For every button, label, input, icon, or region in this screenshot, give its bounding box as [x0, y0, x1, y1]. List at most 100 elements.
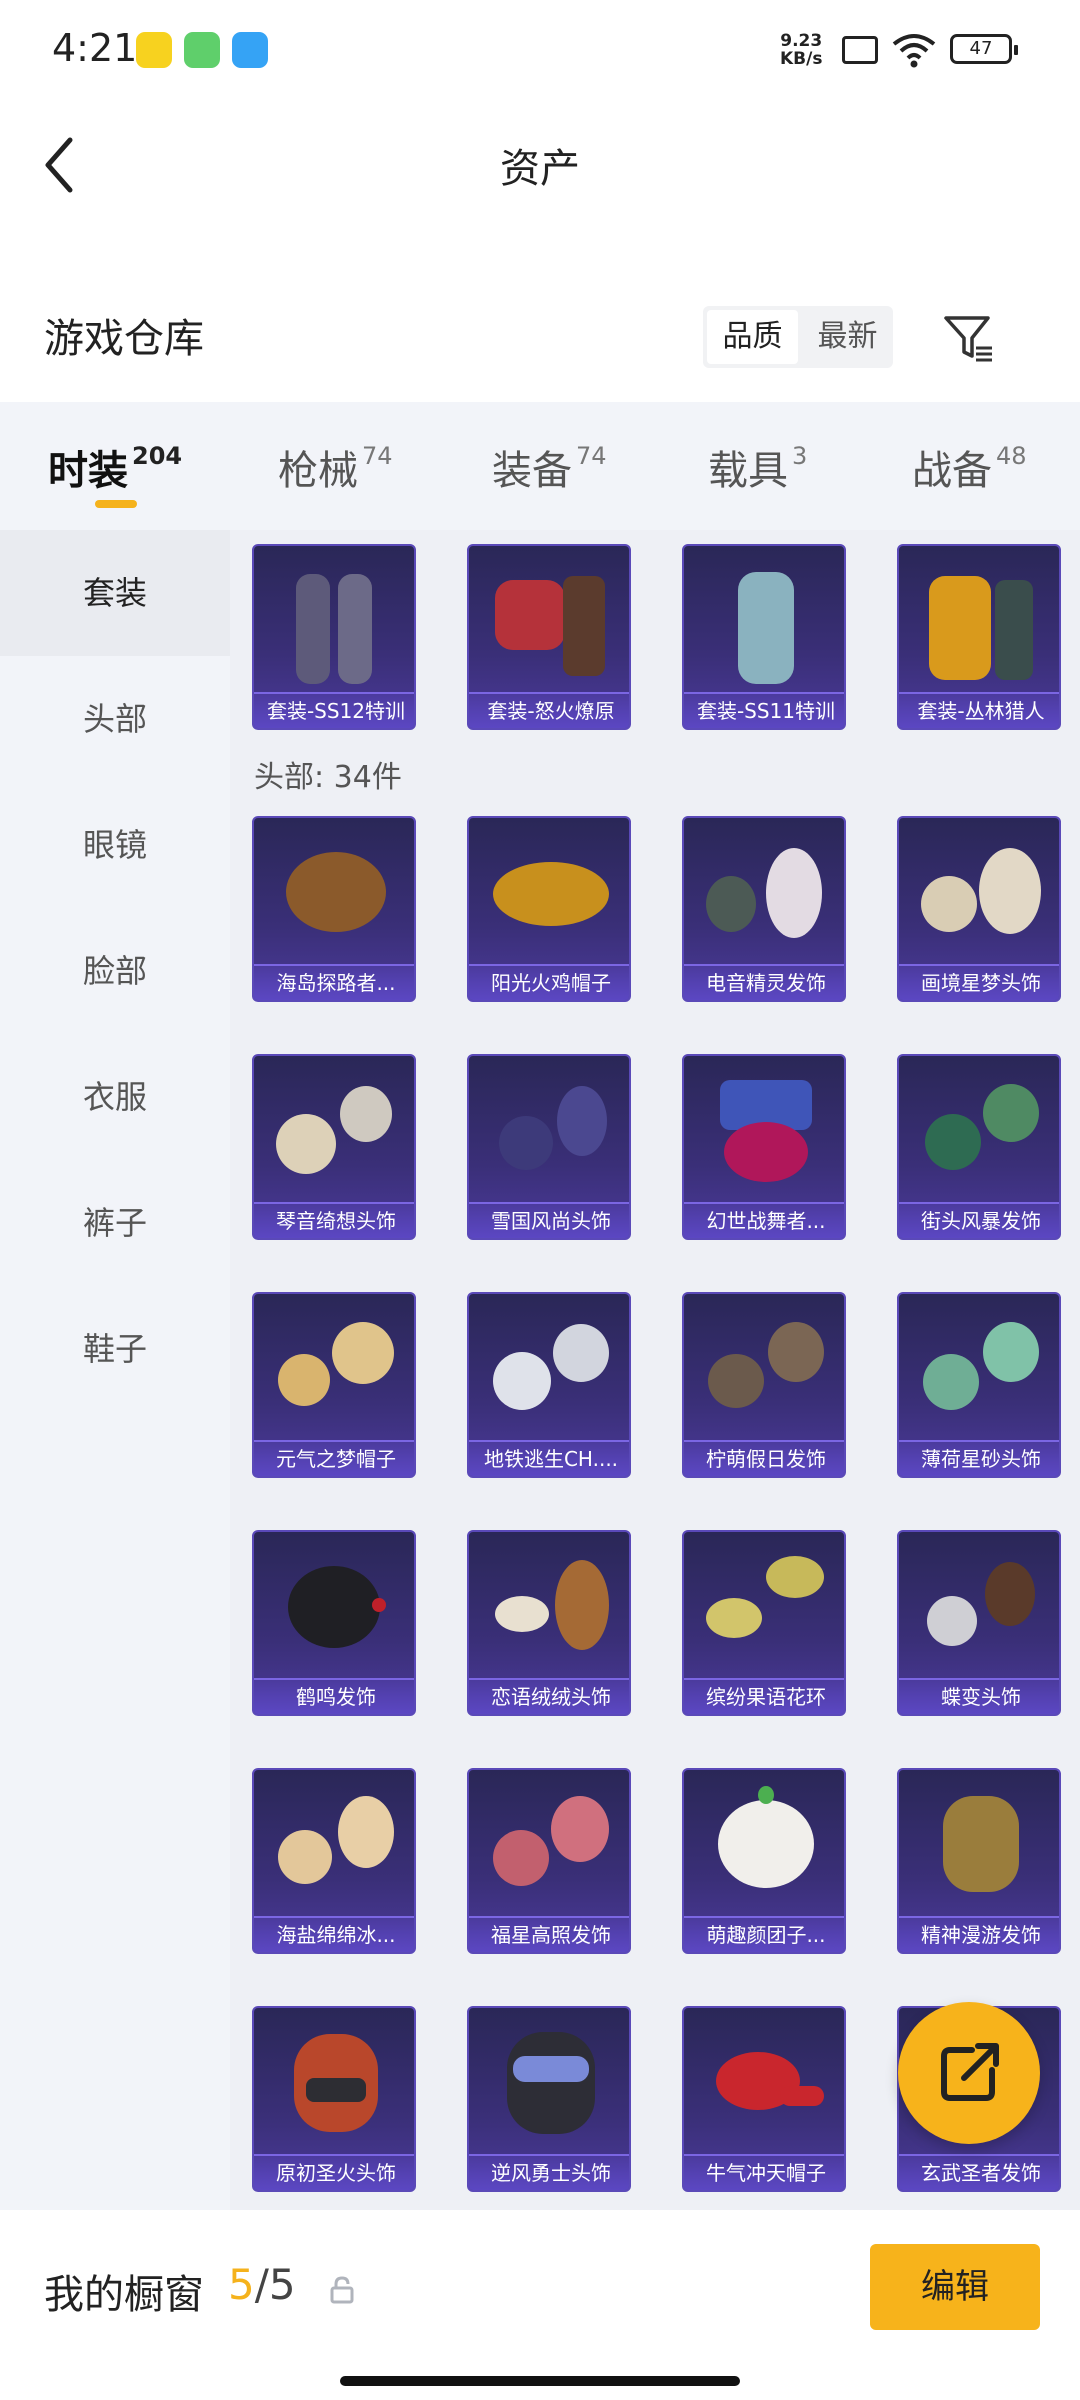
item-image [254, 1056, 414, 1206]
head-item-card[interactable]: 原初圣火头饰 [252, 2006, 416, 2192]
head-item-card[interactable]: 海岛探路者... [252, 816, 416, 1002]
card-label: 牛气冲天帽子 [684, 2154, 844, 2190]
head-item-card[interactable]: 逆风勇士头饰 [467, 2006, 631, 2192]
category-tabs: 时装 204 枪械 74 装备 74 载具 3 战备 48 [0, 402, 1080, 530]
item-grid: 套装-SS12特训 套装-怒火燎原 套装-SS11特训 套装-丛林猎人 头部: … [230, 530, 1080, 2210]
tab-vehicles[interactable]: 载具 3 [708, 438, 807, 496]
item-image [254, 1770, 414, 1920]
edit-button[interactable]: 编辑 [870, 2244, 1040, 2330]
card-label: 玄武圣者发饰 [899, 2154, 1059, 2190]
outfit-image [469, 546, 629, 696]
outfit-image [899, 546, 1059, 696]
item-image [899, 1532, 1059, 1682]
showcase-separator: / [254, 2260, 269, 2309]
head-item-card[interactable]: 萌趣颜团子... [682, 1768, 846, 1954]
item-image [684, 1770, 844, 1920]
active-tab-indicator [95, 500, 137, 508]
app-notification-icon [136, 32, 172, 68]
sidebar-item-glasses[interactable]: 眼镜 [0, 782, 230, 908]
outfit-card[interactable]: 套装-丛林猎人 [897, 544, 1061, 730]
card-label: 海盐绵绵冰... [254, 1916, 414, 1952]
sidebar-item-face[interactable]: 脸部 [0, 908, 230, 1034]
card-label: 套装-丛林猎人 [899, 692, 1059, 728]
item-image [469, 2008, 629, 2158]
share-icon [941, 2043, 999, 2101]
item-image [684, 1056, 844, 1206]
tab-label: 装备 [492, 448, 572, 494]
head-item-card[interactable]: 牛气冲天帽子 [682, 2006, 846, 2192]
tab-label: 载具 [708, 448, 788, 494]
head-item-card[interactable]: 街头风暴发饰 [897, 1054, 1061, 1240]
item-image [684, 1294, 844, 1444]
tab-battle-gear[interactable]: 战备 48 [912, 438, 1027, 496]
card-label: 鹤鸣发饰 [254, 1678, 414, 1714]
tab-label: 战备 [912, 448, 992, 494]
head-item-card[interactable]: 元气之梦帽子 [252, 1292, 416, 1478]
card-label: 幻世战舞者... [684, 1202, 844, 1238]
tab-fashion[interactable]: 时装 204 [48, 438, 182, 496]
item-image [254, 1294, 414, 1444]
card-label: 套装-怒火燎原 [469, 692, 629, 728]
head-item-card[interactable]: 柠萌假日发饰 [682, 1292, 846, 1478]
sidebar-item-clothes[interactable]: 衣服 [0, 1034, 230, 1160]
card-label: 柠萌假日发饰 [684, 1440, 844, 1476]
head-item-card[interactable]: 缤纷果语花环 [682, 1530, 846, 1716]
card-label: 缤纷果语花环 [684, 1678, 844, 1714]
item-image [469, 1294, 629, 1444]
head-item-card[interactable]: 地铁逃生CH.... [467, 1292, 631, 1478]
home-indicator[interactable] [340, 2376, 740, 2386]
item-image [469, 1532, 629, 1682]
head-item-card[interactable]: 雪国风尚头饰 [467, 1054, 631, 1240]
card-label: 福星高照发饰 [469, 1916, 629, 1952]
sort-newest-button[interactable]: 最新 [802, 306, 893, 368]
head-item-card[interactable]: 电音精灵发饰 [682, 816, 846, 1002]
head-item-card[interactable]: 恋语绒绒头饰 [467, 1530, 631, 1716]
item-image [899, 1294, 1059, 1444]
filter-icon[interactable] [942, 312, 996, 366]
item-image [469, 818, 629, 968]
status-bar: 4:21 9.23 KB/s 47 [0, 0, 1080, 100]
head-item-card[interactable]: 鹤鸣发饰 [252, 1530, 416, 1716]
network-speed-value: 9.23 [780, 31, 823, 51]
sidebar-item-head[interactable]: 头部 [0, 656, 230, 782]
item-image [254, 2008, 414, 2158]
tab-label: 枪械 [278, 448, 358, 494]
sidebar-item-pants[interactable]: 裤子 [0, 1160, 230, 1286]
head-item-card[interactable]: 画境星梦头饰 [897, 816, 1061, 1002]
head-section-label: 头部: 34件 [254, 760, 402, 795]
outfit-image [684, 546, 844, 696]
head-item-card[interactable]: 阳光火鸡帽子 [467, 816, 631, 1002]
showcase-current: 5 [228, 2260, 255, 2309]
card-label: 地铁逃生CH.... [469, 1440, 629, 1476]
head-item-card[interactable]: 蝶变头饰 [897, 1530, 1061, 1716]
browser-notification-icon [232, 32, 268, 68]
item-image [254, 818, 414, 968]
head-item-card[interactable]: 薄荷星砂头饰 [897, 1292, 1061, 1478]
head-item-card[interactable]: 幻世战舞者... [682, 1054, 846, 1240]
tab-equipment[interactable]: 装备 74 [492, 438, 607, 496]
tab-count: 48 [996, 442, 1027, 470]
card-label: 套装-SS11特训 [684, 692, 844, 728]
head-item-card[interactable]: 精神漫游发饰 [897, 1768, 1061, 1954]
sidebar-item-shoes[interactable]: 鞋子 [0, 1286, 230, 1412]
card-label: 原初圣火头饰 [254, 2154, 414, 2190]
card-label: 套装-SS12特训 [254, 692, 414, 728]
card-label: 逆风勇士头饰 [469, 2154, 629, 2190]
outfit-card[interactable]: 套装-怒火燎原 [467, 544, 631, 730]
header: 资产 [0, 100, 1080, 230]
head-item-card[interactable]: 福星高照发饰 [467, 1768, 631, 1954]
sort-toggle: 品质 最新 [703, 306, 893, 368]
outfit-card[interactable]: 套装-SS12特训 [252, 544, 416, 730]
card-label: 阳光火鸡帽子 [469, 964, 629, 1000]
sort-quality-button[interactable]: 品质 [707, 310, 798, 364]
item-image [899, 1770, 1059, 1920]
outfit-card[interactable]: 套装-SS11特训 [682, 544, 846, 730]
card-label: 薄荷星砂头饰 [899, 1440, 1059, 1476]
share-fab-button[interactable] [898, 2002, 1040, 2144]
sidebar: 套装 头部 眼镜 脸部 衣服 裤子 鞋子 [0, 530, 230, 2210]
head-item-card[interactable]: 琴音绮想头饰 [252, 1054, 416, 1240]
sidebar-item-outfit[interactable]: 套装 [0, 530, 230, 656]
tab-guns[interactable]: 枪械 74 [278, 438, 393, 496]
item-image [254, 1532, 414, 1682]
head-item-card[interactable]: 海盐绵绵冰... [252, 1768, 416, 1954]
